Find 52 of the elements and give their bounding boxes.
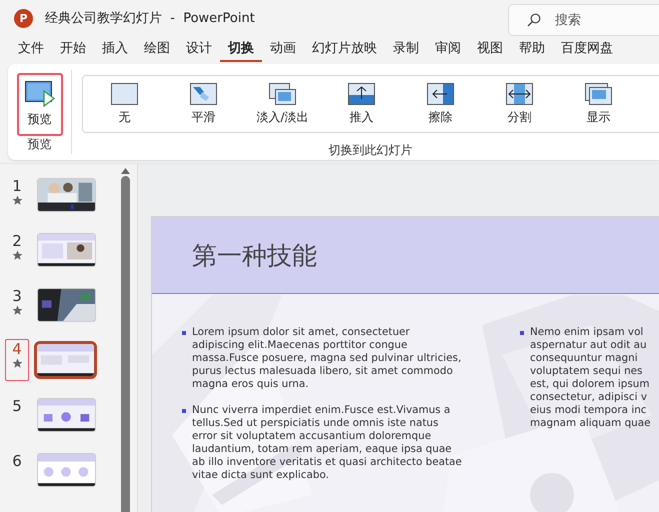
bullet-paragraph: Nemo enim ipsam vol aspernatur aut odit au consequuntur magni voluptatem sequi nes est, qui dolorem ipsum consectetur, adipisci v eius modi tempora inc magnam aliquam quae <box>530 326 651 430</box>
group-label: 预览 <box>28 136 52 153</box>
ribbon-tab[interactable]: 视图 <box>469 36 511 62</box>
preview-button[interactable]: 预览 <box>16 73 62 136</box>
slide-number: 1 <box>12 177 22 195</box>
ribbon-tab[interactable]: 幻灯片放映 <box>304 36 385 62</box>
slide-number: 4 <box>12 340 22 358</box>
reveal-icon <box>585 82 612 104</box>
ribbon-tab[interactable]: 设计 <box>178 36 220 62</box>
ribbon-tab[interactable]: 绘图 <box>136 36 178 62</box>
slide-title: 第一种技能 <box>192 240 317 272</box>
search-icon <box>527 13 541 27</box>
morph-icon <box>190 82 217 104</box>
ribbon-tab[interactable]: 开始 <box>52 36 94 62</box>
push-icon <box>348 82 375 104</box>
preview-icon <box>24 81 54 107</box>
slide-number: 6 <box>12 452 22 470</box>
slide-number: 3 <box>12 287 22 305</box>
transition-option[interactable]: 无 <box>85 76 164 132</box>
ribbon-tab[interactable]: 动画 <box>262 36 304 62</box>
transition-option[interactable]: 平滑 <box>164 76 243 132</box>
window-title: 经典公司教学幻灯片 - PowerPoint <box>45 10 256 27</box>
scrollbar-thumb[interactable] <box>120 176 130 512</box>
transition-option[interactable]: 分割 <box>480 76 559 132</box>
group-label: 切换到此幻灯片 <box>328 142 412 159</box>
transition-option[interactable]: 淡入/淡出 <box>243 76 322 132</box>
fade-icon <box>269 82 296 104</box>
app-logo: P <box>14 8 33 28</box>
transition-option[interactable]: 显示 <box>559 76 638 132</box>
bullet-paragraph: Nunc viverra imperdiet enim.Fusce est.Vivamus a tellus.Sed ut perspiciatis unde omnis iste natus error sit voluptatem accusantium doloremque laudantium, totam rem aperiam, eaque ipsa quae ab illo inventore veritatis et quasi architecto beatae vitae dicta sunt explicabo. <box>192 404 462 482</box>
bullet-paragraph: Lorem ipsum dolor sit amet, consectetuer adipiscing elit.Maecenas porttitor congue massa.Fusce posuere, magna sed pulvinar ultricies, purus lectus malesuada libero, sit amet commodo magna eros quis urna. <box>192 326 462 391</box>
ribbon-tab[interactable]: 审阅 <box>427 36 469 62</box>
search-bar[interactable]: 搜索 <box>508 4 659 36</box>
ribbon-tab[interactable]: 帮助 <box>511 36 553 62</box>
slide-number: 5 <box>12 397 22 415</box>
blank-slide-icon <box>111 82 138 104</box>
wipe-icon <box>427 82 454 104</box>
split-icon <box>506 82 533 104</box>
bullet-icon <box>520 331 524 335</box>
ribbon-tab[interactable]: 插入 <box>94 36 136 62</box>
transition-option[interactable]: 推入 <box>322 76 401 132</box>
bullet-icon <box>182 331 186 335</box>
slide-number: 2 <box>12 232 22 250</box>
ribbon-tab[interactable]: 百度网盘 <box>553 36 621 62</box>
ribbon-tab[interactable]: 录制 <box>385 36 427 62</box>
ribbon-tab[interactable]: 文件 <box>10 36 52 62</box>
search-input[interactable]: 搜索 <box>553 12 633 28</box>
ribbon-tab[interactable]: 切换 <box>220 36 262 62</box>
slide-thumbnail[interactable] <box>34 341 97 379</box>
bullet-icon <box>182 409 186 413</box>
transition-option[interactable]: 擦除 <box>401 76 480 132</box>
scroll-up-icon[interactable] <box>120 168 130 174</box>
